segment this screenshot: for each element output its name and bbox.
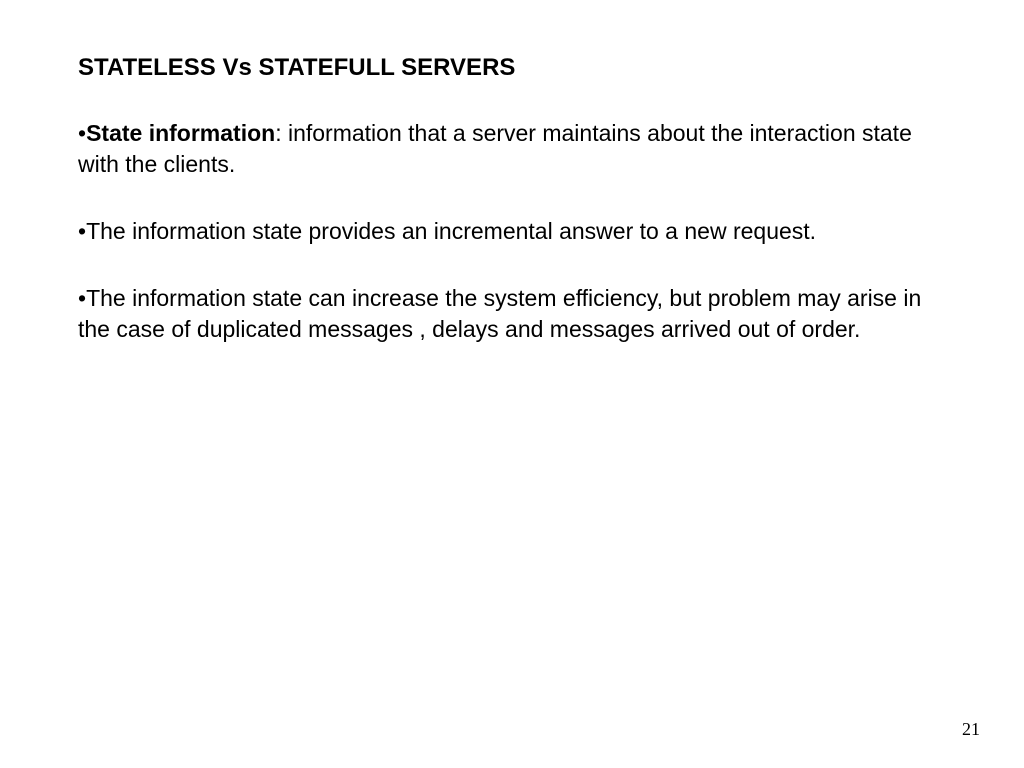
bullet-item-2: •The information state provides an incre… xyxy=(78,216,946,247)
slide-title: STATELESS Vs STATEFULL SERVERS xyxy=(78,54,946,82)
bullet-item-1: •State information: information that a s… xyxy=(78,118,946,180)
bullet-item-3: •The information state can increase the … xyxy=(78,283,946,345)
bullet-label-1: State information xyxy=(86,120,275,146)
page-number: 21 xyxy=(962,719,980,740)
bullet-text-2: The information state provides an increm… xyxy=(86,218,816,244)
bullet-text-3: The information state can increase the s… xyxy=(78,285,921,342)
